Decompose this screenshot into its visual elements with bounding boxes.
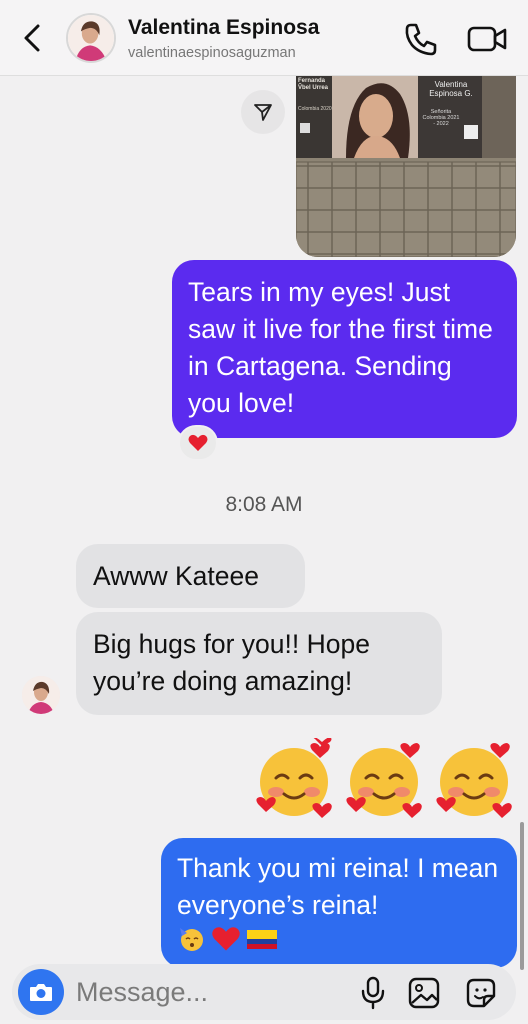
received-message[interactable]: Big hugs for you!! Hope you’re doing ama… [76, 612, 442, 715]
scrollbar[interactable] [520, 822, 524, 970]
camera-icon [30, 984, 52, 1001]
gallery-icon[interactable] [407, 976, 441, 1010]
colombia-flag-icon [247, 930, 277, 949]
heart-icon [188, 434, 208, 451]
received-message[interactable]: Awww Kateee [76, 544, 305, 608]
sent-message[interactable]: Tears in my eyes! Just saw it live for t… [172, 260, 517, 438]
smiling-hearts-emoji-icon [256, 738, 332, 818]
chat-header: Valentina Espinosa valentinaespinosaguzm… [0, 0, 528, 76]
sticker-icon[interactable] [464, 976, 498, 1010]
heart-reaction[interactable] [178, 425, 218, 461]
share-button[interactable] [241, 90, 285, 134]
poster-left-sub: Colombia 2020 [298, 106, 332, 112]
message-composer [12, 964, 516, 1020]
emoji-message[interactable] [252, 738, 522, 822]
camera-button[interactable] [18, 969, 64, 1015]
smiling-hearts-emoji-icon [436, 743, 512, 818]
heart-icon [212, 927, 240, 951]
contact-username[interactable]: valentinaespinosaguzman [128, 45, 296, 61]
avatar[interactable] [22, 676, 60, 714]
smiling-hearts-emoji-icon [346, 743, 422, 818]
poster-right-sub: Señorita Colombia 2021 - 2022 [422, 109, 460, 127]
phone-icon[interactable] [402, 20, 440, 58]
microphone-icon[interactable] [360, 976, 386, 1010]
video-icon[interactable] [466, 20, 508, 58]
sent-message-emojis [177, 924, 501, 954]
share-icon [254, 104, 272, 121]
avatar[interactable] [66, 13, 116, 63]
poster-left-name: Fernanda Ṽbel Urrea [298, 78, 329, 91]
back-icon[interactable] [18, 20, 46, 56]
timestamp: 8:08 AM [225, 493, 303, 516]
contact-name[interactable]: Valentina Espinosa [128, 16, 319, 40]
sent-message[interactable]: Thank you mi reina! I mean everyone’s re… [161, 838, 517, 968]
shared-photo[interactable]: Fernanda Ṽbel Urrea Colombia 2020 Valent… [296, 76, 516, 257]
poster-right-name: Valentina Espinosa G. [429, 80, 473, 98]
sent-message-text: Thank you mi reina! I mean everyone’s re… [177, 853, 499, 920]
message-input[interactable] [76, 974, 346, 1010]
partying-face-emoji-icon [180, 928, 203, 951]
